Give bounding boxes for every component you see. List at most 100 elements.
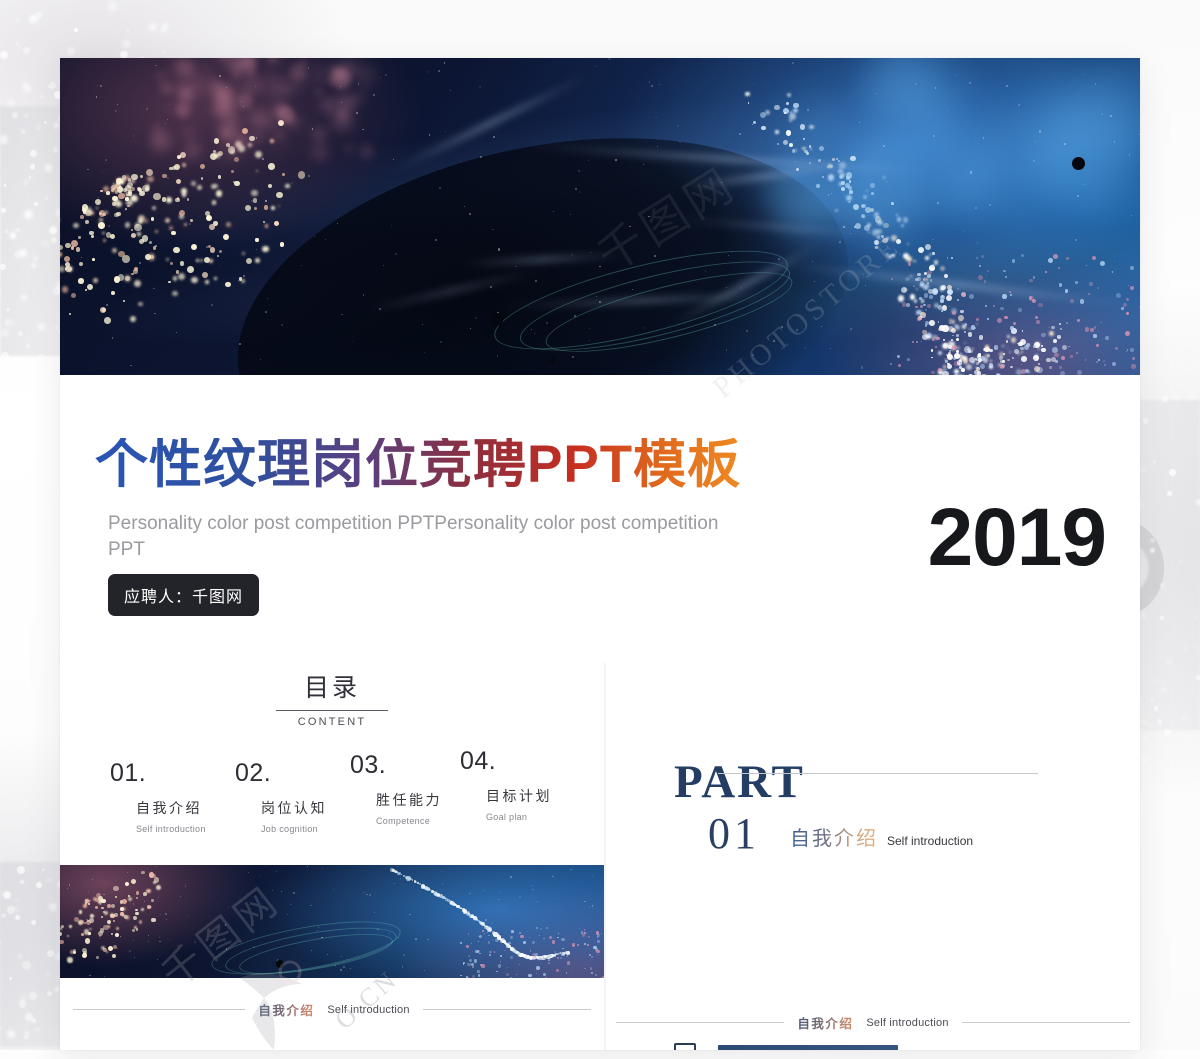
particle-dot [137,232,141,236]
contents-item-01[interactable]: 01. 自我介绍 Self introduction [110,761,206,834]
particle-dot [206,246,208,248]
contents-item-number: 01. [110,761,206,786]
contents-item-label-en: Self introduction [136,824,206,834]
particle-dot [60,266,65,272]
particle-dot [180,261,184,265]
particle-dot [397,866,398,867]
particle-dot [23,47,30,54]
particle-dot [1034,141,1035,142]
particle-dot [1039,130,1041,132]
particle-dot [1077,195,1079,197]
particle-dot [931,349,933,351]
particle-dot [139,191,144,196]
particle-dot [307,866,308,867]
particle-dot [26,344,30,348]
particle-dot [53,147,58,152]
particle-dot [587,944,589,946]
particle-dot [1021,254,1024,257]
cover-year: 2019 [928,497,1106,579]
particle-dot [1054,353,1058,357]
particle-dot [932,252,934,254]
particle-dot [125,209,126,210]
particle-dot [481,964,484,967]
contents-item-02[interactable]: 02. 岗位认知 Job cognition [235,761,327,834]
particle-dot [265,224,269,228]
particle-dot [208,245,211,248]
particle-dot [1049,331,1054,336]
particle-dot [1010,366,1013,369]
particle-dot [886,181,887,182]
particle-dot [977,242,978,243]
particle-dot [954,324,958,328]
planet-dot [1072,157,1085,170]
particle-dot [102,171,103,172]
particle-dot [216,190,222,196]
particle-dot [1014,349,1019,354]
particle-dot [292,118,302,128]
particle-dot [947,110,948,111]
particle-dot [971,325,975,329]
particle-dot [987,354,990,357]
particle-dot [1053,339,1057,343]
particle-dot [90,900,91,901]
particle-dot [745,92,749,96]
particle-dot [221,129,231,139]
particle-dot [101,899,105,903]
particle-dot [9,977,12,980]
particle-dot [1114,261,1115,262]
particle-dot [1055,360,1058,363]
particle-dot [1196,499,1200,506]
particle-dot [1036,320,1040,324]
particle-dot [424,352,425,353]
particle-dot [189,223,191,225]
particle-dot [42,240,49,247]
particle-dot [140,175,143,178]
contents-item-03[interactable]: 03. 胜任能力 Competence [350,753,442,826]
particle-dot [584,932,586,934]
particle-dot [138,302,142,306]
contents-item-04[interactable]: 04. 目标计划 Goal plan [460,749,552,822]
particle-dot [752,124,753,125]
particle-dot [478,974,481,977]
particle-dot [927,270,932,275]
particle-dot [597,936,598,937]
particle-dot [1130,266,1134,270]
particle-dot [466,945,468,947]
particle-dot [113,886,118,891]
particle-dot [87,169,88,170]
particle-dot [213,97,233,117]
particle-dot [475,950,478,953]
particle-dot [22,130,25,133]
particle-dot [559,952,560,953]
particle-dot [1041,345,1043,347]
particle-dot [1051,326,1055,330]
particle-dot [883,145,885,147]
cover-body: 个性纹理岗位竞聘PPT模板 Personality color post com… [60,375,1140,663]
particle-dot [62,286,68,292]
particle-dot [940,295,945,300]
contents-item-number: 04. [460,749,552,774]
particle-dot [572,356,574,358]
particle-dot [761,126,765,130]
particle-dot [0,1027,1,1029]
particle-dot [479,86,481,88]
particle-dot [123,40,131,48]
particle-dot [170,262,173,265]
particle-dot [106,304,108,306]
particle-dot [951,257,953,259]
particle-dot [839,241,841,243]
particle-dot [16,18,19,21]
particle-dot [792,149,796,153]
particle-dot [221,141,240,160]
particle-dot [540,928,542,930]
particle-dot [566,972,567,973]
planet-dot [550,358,555,363]
particle-dot [265,311,267,313]
particle-dot [187,198,189,200]
particle-dot [79,910,82,913]
particle-dot [248,113,263,128]
particle-dot [1143,418,1149,424]
particle-dot [917,273,921,277]
particle-dot [101,916,103,918]
particle-dot [925,244,931,250]
